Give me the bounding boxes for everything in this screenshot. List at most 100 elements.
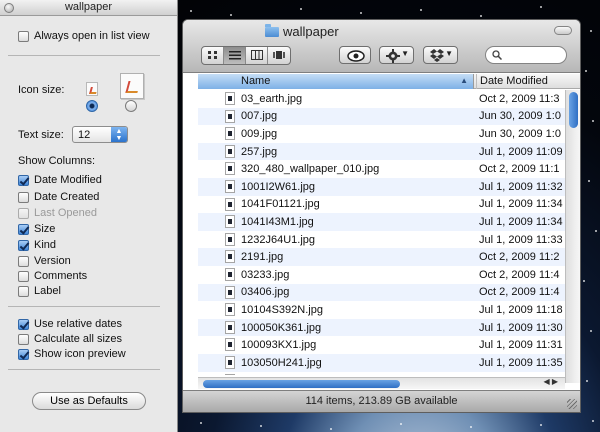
checkbox-box[interactable] (18, 333, 29, 345)
column-date-modified-checkbox[interactable]: Date Modified (18, 173, 102, 187)
search-field[interactable] (485, 46, 567, 64)
horizontal-scroll-thumb[interactable] (203, 380, 400, 388)
checkbox-box[interactable] (18, 191, 29, 203)
status-text: 114 items, 213.89 GB available (305, 395, 458, 407)
image-file-icon (225, 338, 235, 352)
star (595, 230, 597, 232)
icon-size-large-radio[interactable] (125, 100, 137, 112)
action-menu-button[interactable]: ▼ (379, 46, 414, 64)
list-header: Name ▲ Date Modified (198, 74, 580, 89)
panel-titlebar: wallpaper (0, 0, 177, 16)
calculate-sizes-checkbox[interactable]: Calculate all sizes (18, 332, 122, 346)
checkbox-box[interactable] (18, 239, 29, 251)
file-row[interactable]: 100093KX1.jpg Jul 1, 2009 11:31 (198, 336, 565, 354)
column-view-icon (251, 50, 263, 60)
column-comments-checkbox[interactable]: Comments (18, 269, 87, 283)
file-date: Jul 1, 2009 11:32 (479, 180, 563, 193)
column-kind-checkbox[interactable]: Kind (18, 238, 56, 252)
column-date-created-checkbox[interactable]: Date Created (18, 190, 99, 204)
file-date: Oct 2, 2009 11:2 (479, 251, 560, 264)
resize-grip-icon[interactable] (567, 399, 577, 409)
show-preview-label: Show icon preview (34, 348, 126, 360)
use-as-defaults-button[interactable]: Use as Defaults (32, 392, 146, 410)
file-row[interactable]: 10104S392N.jpg Jul 1, 2009 11:18 (198, 301, 565, 319)
column-label: Label (34, 285, 61, 297)
dropbox-menu-button[interactable]: ▼ (423, 46, 458, 64)
icon-size-label: Icon size: (18, 84, 65, 96)
cover-flow-icon (273, 51, 285, 59)
star (540, 424, 542, 426)
always-open-label: Always open in list view (34, 30, 150, 42)
file-row[interactable]: 03233.jpg Oct 2, 2009 11:4 (198, 266, 565, 284)
checkbox-box[interactable] (18, 270, 29, 282)
divider (8, 306, 160, 307)
icon-size-small-radio[interactable] (86, 100, 98, 112)
column-label: Kind (34, 239, 57, 251)
cover-flow-button[interactable] (268, 47, 290, 64)
date-modified-column-header[interactable]: Date Modified (476, 74, 580, 89)
image-file-icon (225, 232, 235, 246)
scroll-arrows-icon[interactable]: ◀ ▶ (543, 377, 558, 386)
always-open-list-view-checkbox[interactable]: Always open in list view (18, 29, 150, 43)
star (420, 9, 422, 11)
file-row[interactable]: 1041I43M1.jpg Jul 1, 2009 11:34 (198, 213, 565, 231)
file-row[interactable]: 03_earth.jpg Oct 2, 2009 11:3 (198, 90, 565, 108)
file-row[interactable]: 100050K361.jpg Jul 1, 2009 11:30 (198, 318, 565, 337)
file-row[interactable]: 2191.jpg Oct 2, 2009 11:2 (198, 248, 565, 266)
column-version-checkbox[interactable]: Version (18, 254, 71, 268)
show-icon-preview-checkbox[interactable]: Show icon preview (18, 347, 126, 361)
name-column-header[interactable]: Name ▲ (198, 74, 474, 89)
file-name: 1041I43M1.jpg (241, 215, 314, 228)
image-file-icon (225, 373, 235, 375)
text-size-select[interactable]: 12 ▲ ▼ (72, 126, 128, 143)
search-input[interactable] (504, 48, 562, 62)
finder-toolbar: wallpaper ▼ ▼ (183, 20, 580, 73)
checkbox-box[interactable] (18, 348, 29, 360)
vertical-scroll-thumb[interactable] (569, 92, 578, 128)
file-date: Jul 1, 2009 11:34 (479, 198, 563, 211)
checkbox-box[interactable] (18, 285, 29, 297)
star (586, 380, 588, 382)
checkbox-box[interactable] (18, 30, 29, 42)
toolbar-toggle-button[interactable] (554, 26, 572, 35)
image-file-icon (225, 320, 235, 334)
date-column-label: Date Modified (480, 75, 548, 87)
relative-dates-checkbox[interactable]: Use relative dates (18, 317, 122, 331)
file-row[interactable]: 1041F01121.jpg Jul 1, 2009 11:34 (198, 196, 565, 214)
column-label: Last Opened (34, 207, 97, 219)
star (400, 423, 402, 425)
stepper-arrows-icon: ▲ ▼ (111, 127, 127, 142)
chevron-down-icon: ▼ (445, 49, 453, 58)
file-row[interactable]: 103050H241.jpg Jul 1, 2009 11:35 (198, 353, 565, 372)
column-view-button[interactable] (246, 47, 268, 64)
checkbox-box[interactable] (18, 174, 29, 186)
checkbox-box[interactable] (18, 255, 29, 267)
checkbox-box[interactable] (18, 223, 29, 235)
status-bar: 114 items, 213.89 GB available (183, 390, 580, 412)
checkbox-box[interactable] (18, 318, 29, 330)
file-date: Oct 2, 2009 11:3 (479, 92, 560, 105)
vertical-scrollbar[interactable] (565, 90, 580, 383)
column-size-checkbox[interactable]: Size (18, 222, 55, 236)
column-label-checkbox[interactable]: Label (18, 284, 61, 298)
file-row[interactable]: 320_480_wallpaper_010.jpg Oct 2, 2009 11:… (198, 160, 565, 178)
icon-view-button[interactable] (202, 47, 224, 64)
file-row[interactable]: 1232J64U1.jpg Jul 1, 2009 11:33 (198, 231, 565, 249)
file-row[interactable]: 007.jpg Jun 30, 2009 1:0 (198, 107, 565, 126)
quick-look-button[interactable] (339, 46, 371, 64)
file-row[interactable]: 1001I2W61.jpg Jul 1, 2009 11:32 (198, 177, 565, 196)
file-row[interactable]: 121500b5G.jpg Jul 1, 2009 11:26 (198, 372, 565, 375)
file-date: Jun 30, 2009 1:0 (479, 110, 561, 123)
search-icon (492, 50, 502, 60)
file-date: Oct 2, 2009 11:4 (479, 268, 560, 281)
column-label: Size (34, 223, 56, 235)
file-row[interactable]: 03406.jpg Oct 2, 2009 11:4 (198, 283, 565, 302)
list-view-button[interactable] (224, 47, 246, 64)
file-row[interactable]: 009.jpg Jun 30, 2009 1:0 (198, 125, 565, 143)
horizontal-scrollbar[interactable] (198, 377, 565, 389)
image-file-icon (225, 303, 235, 317)
close-icon[interactable] (4, 3, 14, 13)
list-view-icon (229, 51, 241, 60)
file-row[interactable]: 257.jpg Jul 1, 2009 11:09 (198, 142, 565, 161)
image-file-icon (225, 179, 235, 193)
